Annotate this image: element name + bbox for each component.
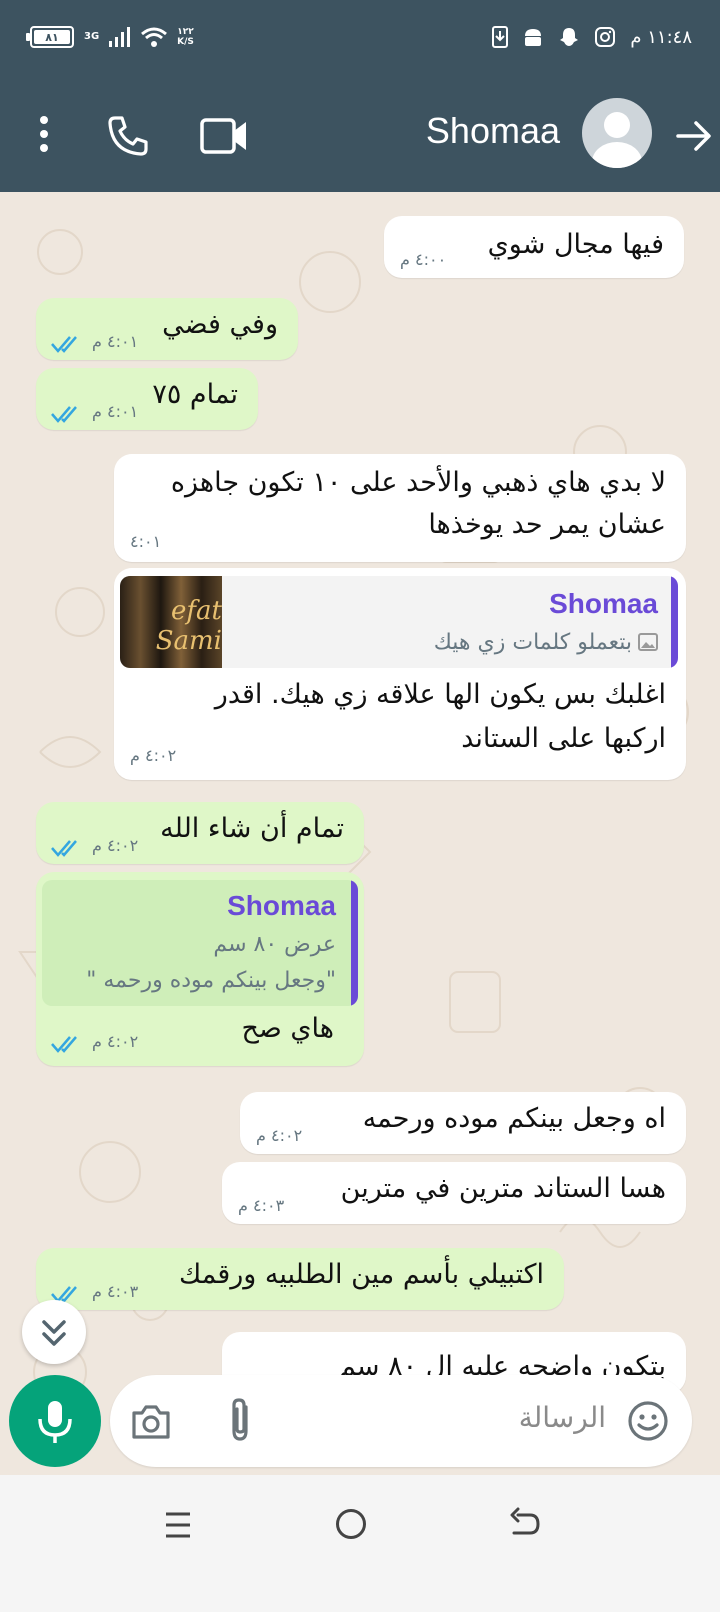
thumbnail-text: efat Sami bbox=[155, 596, 222, 656]
read-receipt-icon bbox=[50, 334, 84, 354]
scroll-to-bottom-button[interactable] bbox=[22, 1300, 86, 1364]
double-chevron-down-icon bbox=[42, 1320, 66, 1346]
clock: ١١:٤٨ م bbox=[630, 26, 692, 48]
message-outgoing[interactable]: تمام أن شاء الله ٤:٠٢ م bbox=[36, 802, 364, 864]
message-outgoing[interactable]: وفي فضي ٤:٠١ م bbox=[36, 298, 298, 360]
message-input[interactable]: الرسالة bbox=[519, 1401, 606, 1434]
message-incoming[interactable]: لا بدي هاي ذهبي والأحد على ١٠ تكون جاهزه… bbox=[114, 454, 686, 562]
read-receipt-icon bbox=[50, 1034, 84, 1054]
quoted-message[interactable]: efat Sami Shomaa بتعملو كلمات زي هيك bbox=[120, 576, 678, 668]
camera-icon[interactable] bbox=[130, 1401, 172, 1443]
network-speed: ١٢٢ K/S bbox=[177, 27, 194, 47]
message-outgoing[interactable]: تمام ٧٥ ٤:٠١ م bbox=[36, 368, 258, 430]
quote-accent-bar bbox=[351, 880, 358, 1006]
message-time: ٤:٠٠ م bbox=[400, 250, 447, 269]
battery-level: ٨١ bbox=[34, 30, 70, 44]
message-time: ٤:٠٢ م bbox=[130, 746, 177, 765]
message-time: ٤:٠٣ م bbox=[238, 1196, 285, 1215]
message-incoming[interactable]: فيها مجال شوي ٤:٠٠ م bbox=[384, 216, 684, 278]
network-type: 3G bbox=[84, 31, 100, 42]
microphone-icon bbox=[38, 1401, 72, 1443]
recent-apps-icon[interactable] bbox=[164, 1510, 192, 1540]
quote-text-content: بتعملو كلمات زي هيك bbox=[433, 630, 632, 655]
home-icon[interactable] bbox=[336, 1509, 366, 1539]
avatar[interactable] bbox=[582, 98, 652, 168]
quote-text-line-1: عرض ٨٠ سم bbox=[213, 932, 336, 957]
message-text: فيها مجال شوي bbox=[487, 229, 664, 260]
message-text: اكتبيلي بأسم مين الطلبيه ورقمك bbox=[178, 1259, 544, 1290]
message-text: هاي صح bbox=[241, 1013, 334, 1044]
snapchat-icon bbox=[560, 28, 579, 46]
message-outgoing-reply[interactable]: Shomaa عرض ٨٠ سم "وجعل بينكم موده ورحمه … bbox=[36, 872, 364, 1066]
message-text: تمام أن شاء الله bbox=[160, 813, 344, 844]
battery-icon: ٨١ bbox=[26, 26, 74, 48]
arrow-icon[interactable] bbox=[676, 118, 712, 154]
download-icon bbox=[492, 26, 509, 48]
back-icon[interactable] bbox=[508, 1507, 542, 1541]
quote-text-line-2: "وجعل بينكم موده ورحمه " bbox=[86, 968, 336, 993]
message-text-line-1: لا بدي هاي ذهبي والأحد على ١٠ تكون جاهزه bbox=[170, 467, 666, 498]
message-composer[interactable]: الرسالة bbox=[110, 1375, 692, 1467]
message-time: ٤:٠١ bbox=[130, 532, 162, 551]
message-text-line-1: اغلبك بس يكون الها علاقه زي هيك. اقدر bbox=[214, 679, 666, 710]
instagram-icon bbox=[595, 27, 616, 47]
read-receipt-icon bbox=[50, 838, 84, 858]
image-icon bbox=[638, 633, 658, 651]
message-list[interactable]: فيها مجال شوي ٤:٠٠ م وفي فضي ٤:٠١ م تمام… bbox=[0, 192, 720, 1412]
voice-record-button[interactable] bbox=[9, 1375, 101, 1467]
message-outgoing[interactable]: اكتبيلي بأسم مين الطلبيه ورقمك ٤:٠٣ م bbox=[36, 1248, 564, 1310]
message-incoming[interactable]: هسا الستاند مترين في مترين ٤:٠٣ م bbox=[222, 1162, 686, 1224]
signal-icon bbox=[109, 27, 131, 47]
system-nav-bar bbox=[0, 1475, 720, 1612]
message-text: وفي فضي bbox=[162, 309, 278, 340]
smiley-icon[interactable] bbox=[626, 1399, 670, 1443]
message-time: ٤:٠٢ م bbox=[92, 836, 139, 855]
status-right: ١١:٤٨ م bbox=[492, 26, 692, 48]
quote-author: Shomaa bbox=[549, 588, 658, 619]
wifi-icon bbox=[141, 27, 168, 47]
message-time: ٤:٠١ م bbox=[92, 402, 139, 421]
message-time: ٤:٠١ م bbox=[92, 332, 139, 351]
quote-author: Shomaa bbox=[227, 890, 336, 921]
quote-accent-bar bbox=[671, 576, 678, 668]
read-receipt-icon bbox=[50, 404, 84, 424]
speed-unit: K/S bbox=[177, 37, 194, 47]
message-text-line-2: عشان يمر حد يوخذها bbox=[428, 509, 666, 540]
message-text: هسا الستاند مترين في مترين bbox=[340, 1173, 666, 1204]
message-time: ٤:٠٣ م bbox=[92, 1282, 139, 1301]
message-incoming[interactable]: اه وجعل بينكم موده ورحمه ٤:٠٢ م bbox=[240, 1092, 686, 1154]
message-time: ٤:٠٢ م bbox=[92, 1032, 139, 1051]
quote-thumbnail: efat Sami bbox=[120, 576, 222, 668]
speed-value: ١٢٢ bbox=[177, 27, 194, 37]
message-text: اه وجعل بينكم موده ورحمه bbox=[362, 1103, 666, 1134]
quoted-message[interactable]: Shomaa عرض ٨٠ سم "وجعل بينكم موده ورحمه … bbox=[42, 880, 358, 1006]
status-left: ٨١ 3G ١٢٢ K/S bbox=[26, 26, 194, 48]
android-icon bbox=[525, 29, 542, 46]
paperclip-icon[interactable] bbox=[222, 1397, 258, 1443]
status-bar: ٨١ 3G ١٢٢ K/S ١١:٤٨ م bbox=[0, 0, 720, 80]
quote-text: بتعملو كلمات زي هيك bbox=[434, 630, 658, 655]
message-text-line-2: اركبها على الستاند bbox=[461, 723, 666, 754]
message-text: تمام ٧٥ bbox=[152, 379, 238, 410]
message-incoming-reply[interactable]: efat Sami Shomaa بتعملو كلمات زي هيك اغل… bbox=[114, 568, 686, 780]
contact-name[interactable]: Shomaa bbox=[426, 110, 560, 152]
more-vertical-icon[interactable] bbox=[38, 116, 50, 156]
chat-header: Shomaa bbox=[0, 80, 720, 192]
phone-icon[interactable] bbox=[106, 114, 150, 158]
video-camera-icon[interactable] bbox=[200, 116, 250, 156]
message-time: ٤:٠٢ م bbox=[256, 1126, 303, 1145]
